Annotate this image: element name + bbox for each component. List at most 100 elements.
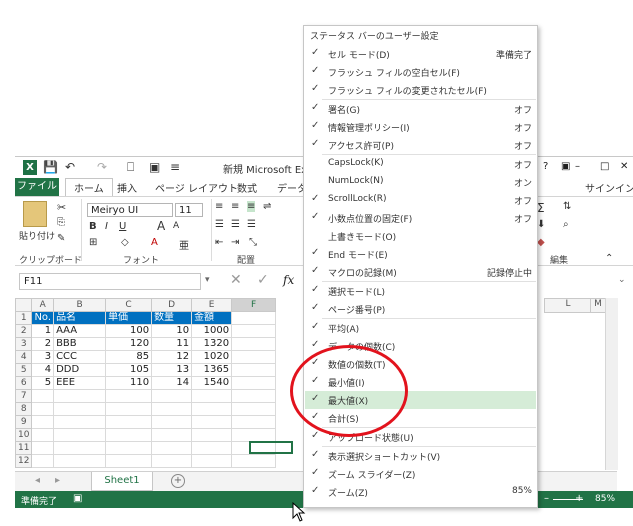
cell[interactable] bbox=[231, 363, 277, 377]
align-left-icon[interactable]: ☰ bbox=[215, 219, 224, 230]
cell[interactable] bbox=[231, 428, 277, 442]
cell[interactable] bbox=[53, 454, 107, 468]
cell[interactable] bbox=[191, 441, 233, 455]
cell[interactable] bbox=[231, 311, 277, 325]
cell[interactable]: 14 bbox=[151, 376, 193, 390]
cell[interactable]: 11 bbox=[151, 337, 193, 351]
align-top-icon[interactable]: ≡ bbox=[215, 201, 223, 212]
cell[interactable] bbox=[105, 402, 153, 416]
row-header[interactable]: 9 bbox=[14, 415, 33, 429]
cell[interactable] bbox=[31, 415, 55, 429]
cell[interactable] bbox=[53, 415, 107, 429]
cell[interactable] bbox=[191, 389, 233, 403]
confirm-entry-button[interactable]: ✓ bbox=[257, 272, 269, 288]
cell[interactable] bbox=[231, 376, 277, 390]
sheet-tab-sheet1[interactable]: Sheet1 bbox=[91, 472, 153, 491]
menu-item[interactable]: NumLock(N) オン bbox=[305, 173, 536, 191]
cell[interactable] bbox=[53, 441, 107, 455]
column-header[interactable]: L bbox=[544, 298, 592, 313]
clear-icon[interactable]: ◆ bbox=[537, 237, 545, 248]
menu-item[interactable]: ✓ ScrollLock(R) オフ bbox=[305, 191, 536, 209]
cell[interactable] bbox=[151, 441, 193, 455]
column-header[interactable]: M bbox=[590, 298, 606, 313]
print-preview-icon[interactable]: ⎕ bbox=[127, 160, 134, 175]
signin-link[interactable]: サインイン bbox=[585, 180, 633, 195]
save-icon[interactable]: 💾 bbox=[43, 160, 58, 174]
maximize-button[interactable]: □ bbox=[600, 161, 609, 172]
row-header[interactable]: 7 bbox=[14, 389, 33, 403]
row-header[interactable]: 8 bbox=[14, 402, 33, 416]
tab-page-layout[interactable]: ページ レイアウト bbox=[155, 180, 238, 195]
zoom-in-button[interactable]: + bbox=[575, 493, 583, 504]
column-header-selected[interactable]: F bbox=[231, 298, 277, 312]
menu-item[interactable]: ✓ フラッシュ フィルの変更されたセル(F) bbox=[305, 81, 536, 99]
column-header[interactable]: C bbox=[105, 298, 153, 312]
collapse-ribbon-icon[interactable]: ⌃ bbox=[605, 253, 613, 264]
menu-item[interactable]: ✓ 表示選択ショートカット(V) bbox=[305, 447, 536, 465]
cell[interactable] bbox=[231, 415, 277, 429]
name-box[interactable]: F11 bbox=[19, 273, 201, 290]
cell[interactable] bbox=[105, 389, 153, 403]
row-header[interactable]: 10 bbox=[14, 428, 33, 442]
tab-file[interactable]: ファイル bbox=[15, 178, 59, 196]
cell[interactable] bbox=[105, 454, 153, 468]
cell[interactable] bbox=[191, 454, 233, 468]
underline-button[interactable]: U bbox=[119, 221, 126, 232]
autosum-button[interactable]: Σ bbox=[537, 201, 545, 215]
column-header[interactable]: A bbox=[31, 298, 55, 312]
align-center-icon[interactable]: ☰ bbox=[231, 219, 240, 230]
cell[interactable]: AAA bbox=[53, 324, 107, 338]
menu-item[interactable]: ✓ 情報管理ポリシー(I) オフ bbox=[305, 118, 536, 136]
column-header[interactable]: D bbox=[151, 298, 193, 312]
grow-font-button[interactable]: A bbox=[157, 219, 165, 233]
cell[interactable]: 105 bbox=[105, 363, 153, 377]
cell[interactable] bbox=[231, 389, 277, 403]
row-header[interactable]: 5 bbox=[14, 363, 33, 377]
cell[interactable] bbox=[231, 350, 277, 364]
cell[interactable]: CCC bbox=[53, 350, 107, 364]
tab-home[interactable]: ホーム bbox=[65, 178, 113, 197]
close-button[interactable]: ✕ bbox=[620, 161, 628, 172]
align-middle-icon[interactable]: ≡ bbox=[231, 201, 239, 212]
paste-icon[interactable] bbox=[23, 201, 47, 227]
name-box-dropdown-icon[interactable]: ▾ bbox=[205, 275, 210, 285]
row-header[interactable]: 3 bbox=[14, 337, 33, 351]
italic-button[interactable]: I bbox=[105, 221, 108, 232]
zoom-level[interactable]: 85% bbox=[595, 494, 615, 504]
bold-button[interactable]: B bbox=[89, 221, 97, 232]
insert-function-button[interactable]: fx bbox=[283, 273, 294, 287]
cell[interactable]: 3 bbox=[31, 350, 55, 364]
cell[interactable] bbox=[31, 428, 55, 442]
cell[interactable] bbox=[191, 428, 233, 442]
cell[interactable] bbox=[151, 415, 193, 429]
add-sheet-button[interactable]: + bbox=[171, 474, 185, 488]
menu-item[interactable]: ✓ 署名(G) オフ bbox=[305, 100, 536, 118]
cell[interactable] bbox=[231, 324, 277, 338]
cell[interactable] bbox=[105, 415, 153, 429]
sort-filter-icon[interactable]: ⇅ bbox=[563, 201, 571, 212]
cell[interactable] bbox=[191, 415, 233, 429]
menu-item[interactable]: ✓ ズーム(Z) 85% bbox=[305, 483, 536, 501]
font-color-icon[interactable]: A bbox=[151, 237, 158, 248]
column-header[interactable]: B bbox=[53, 298, 107, 312]
cell[interactable]: 4 bbox=[31, 363, 55, 377]
customize-toolbar-icon[interactable]: ≡ bbox=[170, 160, 180, 174]
column-header[interactable]: E bbox=[191, 298, 233, 312]
phonetic-icon[interactable]: 亜 bbox=[179, 237, 189, 252]
ribbon-display-button[interactable]: ▣ bbox=[561, 161, 570, 172]
paste-button[interactable]: 貼り付け bbox=[19, 229, 55, 242]
shrink-font-button[interactable]: A bbox=[173, 221, 179, 231]
prev-sheet-icon[interactable]: ◂ bbox=[35, 475, 40, 486]
active-cell-f11[interactable] bbox=[249, 441, 293, 454]
cell[interactable]: 13 bbox=[151, 363, 193, 377]
vertical-scrollbar[interactable] bbox=[605, 298, 618, 470]
menu-item[interactable]: ✓ 平均(A) bbox=[305, 319, 536, 337]
tab-formulas[interactable]: 数式 bbox=[237, 180, 257, 195]
font-size-box[interactable]: 11 bbox=[175, 203, 203, 217]
cell[interactable] bbox=[53, 389, 107, 403]
cell[interactable] bbox=[151, 428, 193, 442]
cell[interactable]: 単価 bbox=[105, 311, 153, 325]
cell[interactable]: EEE bbox=[53, 376, 107, 390]
cell[interactable] bbox=[231, 337, 277, 351]
cell[interactable]: 100 bbox=[105, 324, 153, 338]
